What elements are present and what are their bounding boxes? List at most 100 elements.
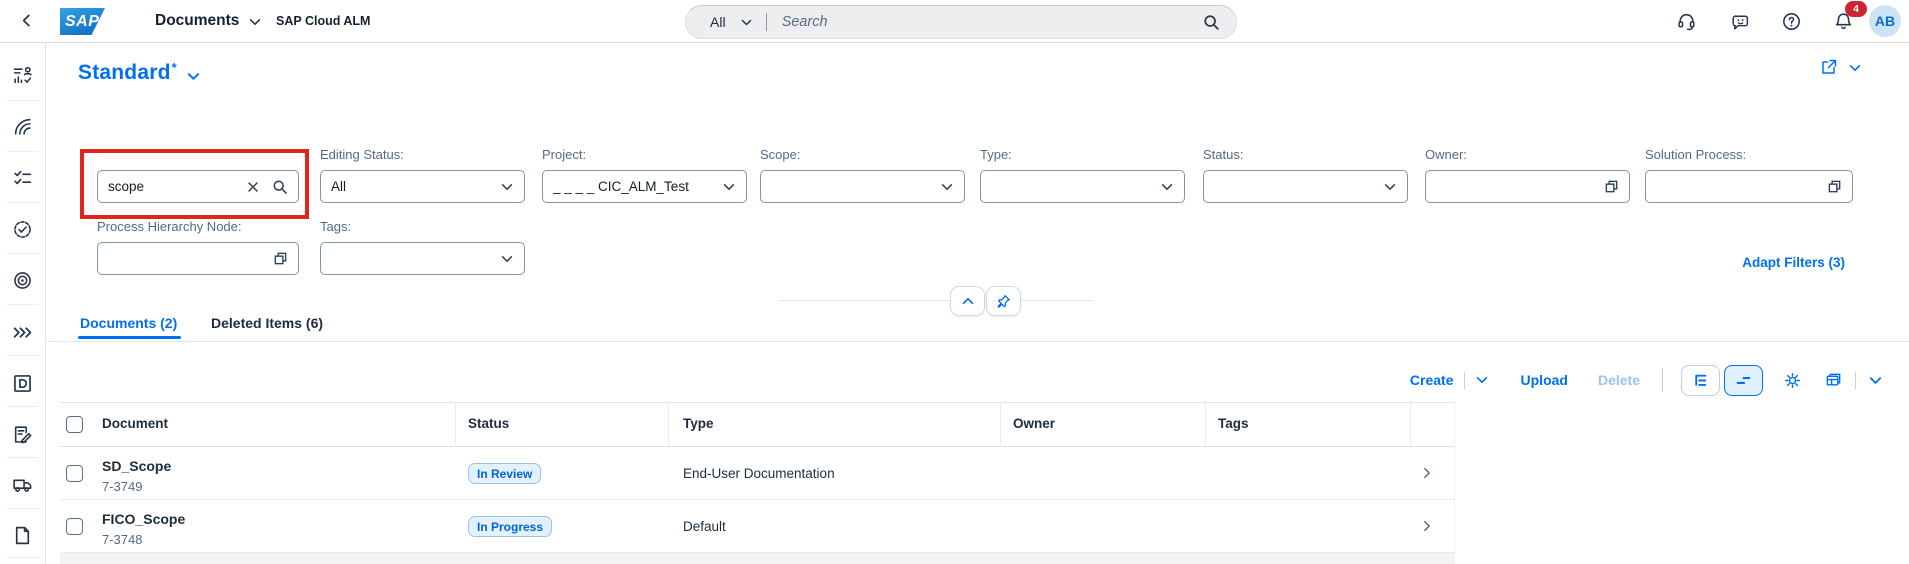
toolbar-divider [1855, 372, 1856, 389]
view-title-chevron-down-icon[interactable] [186, 69, 201, 84]
chevron-down-icon [940, 180, 954, 194]
deployment-truck-icon[interactable] [12, 474, 33, 495]
sidebar-divider [7, 406, 38, 407]
filter-label: Solution Process: [1645, 147, 1746, 162]
column-header-owner[interactable]: Owner [1013, 416, 1055, 431]
search-icon[interactable] [1203, 14, 1220, 31]
value-help-icon[interactable] [1827, 179, 1842, 194]
filter-label: Tags: [320, 219, 351, 234]
filter-label: Status: [1203, 147, 1243, 162]
collapse-filterbar-button[interactable] [950, 286, 985, 316]
tab-deleted-items[interactable]: Deleted Items (6) [211, 315, 323, 331]
value-help-icon[interactable] [1604, 179, 1619, 194]
sidebar-divider [7, 355, 38, 356]
create-button[interactable]: Create [1410, 372, 1454, 388]
avatar[interactable]: AB [1869, 5, 1901, 37]
hierarchy-view-button[interactable] [1681, 365, 1720, 396]
sidebar-divider [7, 557, 38, 558]
back-icon[interactable] [19, 13, 34, 28]
value-help-icon[interactable] [273, 251, 288, 266]
process-hierarchy-node-input[interactable] [97, 242, 299, 275]
row-checkbox[interactable] [66, 465, 83, 482]
document-search-input[interactable]: scope [97, 170, 299, 203]
tab-documents[interactable]: Documents (2) [80, 315, 177, 331]
search-scope-select[interactable]: All [710, 14, 726, 30]
clear-icon[interactable] [246, 180, 260, 194]
column-divider [1410, 402, 1411, 447]
support-headset-icon[interactable] [1676, 11, 1697, 32]
quality-seal-icon[interactable] [12, 219, 33, 240]
document-name[interactable]: SD_Scope [102, 458, 171, 474]
owner-input[interactable] [1425, 170, 1630, 203]
product-name: SAP Cloud ALM [276, 14, 370, 28]
processes-icon[interactable] [12, 116, 33, 137]
settings-gear-icon[interactable] [1783, 371, 1802, 390]
row-navigate-chevron-right-icon[interactable] [1420, 519, 1434, 533]
chevron-down-icon [722, 180, 736, 194]
feedback-icon[interactable] [1729, 11, 1750, 32]
filter-label: Editing Status: [320, 147, 404, 162]
status-select[interactable] [1203, 170, 1408, 203]
chevron-down-icon [500, 252, 514, 266]
select-all-checkbox[interactable] [66, 416, 83, 433]
app-title-chevron-down-icon[interactable] [248, 15, 262, 29]
target-icon[interactable] [12, 270, 33, 291]
status-badge: In Review [468, 463, 541, 484]
documents-icon[interactable] [12, 373, 33, 394]
filterbar-divider [778, 300, 1093, 301]
pin-filterbar-button[interactable] [986, 286, 1021, 316]
table-right-edge [1454, 402, 1455, 553]
search-input[interactable]: Search [782, 14, 828, 30]
sap-logo[interactable]: SAP [60, 8, 105, 35]
column-header-document[interactable]: Document [102, 416, 168, 431]
document-name[interactable]: FICO_Scope [102, 511, 185, 527]
column-header-type[interactable]: Type [683, 416, 714, 431]
export-spreadsheet-icon[interactable] [1824, 371, 1843, 390]
chevron-down-icon [500, 180, 514, 194]
tasks-checklist-icon[interactable] [12, 168, 33, 189]
launchpad-sidebar [0, 42, 46, 564]
search-icon[interactable] [272, 179, 288, 195]
active-tab-underline [78, 336, 181, 339]
type-select[interactable] [980, 170, 1185, 203]
upload-button[interactable]: Upload [1521, 372, 1568, 388]
sidebar-divider [7, 202, 38, 203]
project-select[interactable]: _ _ _ _ CIC_ALM_Test [542, 170, 747, 203]
adapt-filters-link[interactable]: Adapt Filters (3) [1735, 255, 1845, 270]
app-title[interactable]: Documents [155, 12, 239, 30]
share-icon[interactable] [1820, 58, 1838, 76]
delete-button[interactable]: Delete [1598, 372, 1640, 388]
editing-status-select[interactable]: All [320, 170, 525, 203]
global-search[interactable]: All Search [685, 5, 1237, 39]
releases-chevrons-icon[interactable] [12, 322, 33, 343]
column-divider [1205, 402, 1206, 447]
search-scope-chevron-down-icon[interactable] [740, 16, 753, 29]
view-title[interactable]: Standard* [78, 60, 177, 85]
page-icon[interactable] [12, 525, 33, 546]
filter-label: Scope: [760, 147, 800, 162]
document-id: 7-3749 [102, 479, 142, 494]
flat-list-view-button[interactable] [1724, 365, 1763, 396]
table-footer-strip [60, 553, 1455, 564]
view-modified-marker: * [172, 60, 177, 75]
status-badge: In Progress [468, 516, 552, 537]
row-checkbox[interactable] [66, 518, 83, 535]
column-header-tags[interactable]: Tags [1218, 416, 1249, 431]
overview-icon[interactable] [12, 65, 33, 86]
help-icon[interactable] [1781, 11, 1802, 32]
column-divider [455, 402, 456, 447]
toolbar-overflow-chevron-down-icon[interactable] [1868, 373, 1883, 388]
sidebar-divider [7, 304, 38, 305]
column-header-status[interactable]: Status [468, 416, 509, 431]
notification-count-badge: 4 [1845, 1, 1867, 17]
chevron-up-icon [961, 294, 975, 308]
filter-label: Project: [542, 147, 586, 162]
tags-select[interactable] [320, 242, 525, 275]
scope-select[interactable] [760, 170, 965, 203]
row-navigate-chevron-right-icon[interactable] [1420, 466, 1434, 480]
share-chevron-down-icon[interactable] [1848, 61, 1862, 75]
create-menu-chevron-down-icon[interactable] [1475, 373, 1489, 387]
edit-document-icon[interactable] [12, 424, 33, 445]
filter-label: Type: [980, 147, 1012, 162]
solution-process-input[interactable] [1645, 170, 1853, 203]
